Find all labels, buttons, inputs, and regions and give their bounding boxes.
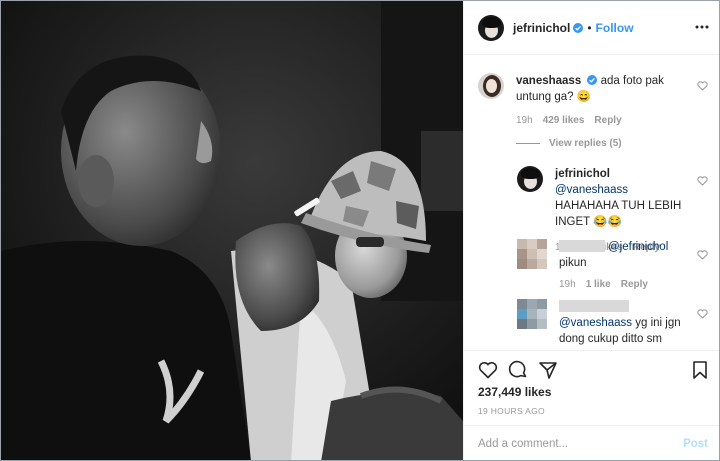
author-username[interactable]: jefrinichol (513, 21, 570, 35)
reply-like-icon[interactable] (697, 176, 708, 186)
heart-icon[interactable] (478, 360, 498, 380)
comment-likes[interactable]: 429 likes (543, 115, 585, 126)
comments-list[interactable]: vaneshaass ada foto pak untung ga? 😄 19h… (464, 56, 719, 349)
reply-body: HAHAHAHA TUH LEBIH INGET 😂😂 (555, 200, 682, 228)
instagram-post-window: jefrinichol • Follow vaneshaass ada foto… (0, 0, 720, 461)
reply-likes[interactable]: 1 like (586, 279, 611, 290)
reply-item: @vaneshaass yg ini jgn dong cukup ditto … (517, 299, 697, 347)
more-options-icon[interactable] (695, 20, 709, 34)
reply-like-icon[interactable] (697, 250, 708, 260)
reply-text: @vaneshaass yg ini jgn dong cukup ditto … (559, 299, 689, 347)
reply-button[interactable]: Reply (621, 279, 648, 290)
view-replies-button[interactable]: View replies (5) (516, 138, 622, 149)
blurred-username (559, 240, 605, 252)
post-header: jefrinichol • Follow (464, 1, 719, 55)
photo-image (1, 1, 463, 460)
reply-button[interactable]: Reply (594, 115, 621, 126)
author-avatar[interactable] (478, 14, 504, 41)
follow-button[interactable]: Follow (596, 21, 634, 35)
blurred-avatar[interactable] (517, 299, 547, 329)
reply-avatar[interactable] (517, 166, 543, 192)
verified-icon (587, 75, 598, 85)
reply-item: @jefrinichol pikun 19h 1 like Reply (517, 239, 697, 290)
comment-meta: 19h 429 likes Reply (516, 115, 710, 126)
post-timestamp: 19 HOURS AGO (478, 406, 545, 416)
replies-line (516, 143, 540, 144)
comment-icon[interactable] (508, 360, 528, 380)
comment-input[interactable] (478, 438, 668, 450)
bookmark-icon[interactable] (690, 360, 710, 380)
post-details-panel: jefrinichol • Follow vaneshaass ada foto… (463, 1, 719, 460)
comment-time: 19h (516, 115, 533, 126)
reply-text: @jefrinichol pikun (559, 239, 689, 271)
reply-body: pikun (559, 257, 587, 269)
reply-username[interactable]: jefrinichol (555, 168, 610, 180)
comment-item: vaneshaass ada foto pak untung ga? 😄 19h… (478, 73, 710, 126)
share-icon[interactable] (538, 360, 558, 380)
reply-mention[interactable]: @vaneshaass (559, 317, 632, 329)
likes-count[interactable]: 237,449 likes (478, 385, 551, 399)
reply-like-icon[interactable] (697, 309, 708, 319)
view-replies-label: View replies (5) (549, 138, 622, 149)
verified-icon (573, 22, 584, 33)
post-photo[interactable] (1, 1, 463, 460)
header-separator: • (587, 20, 592, 35)
reply-text: jefrinichol @vaneshaass HAHAHAHA TUH LEB… (555, 166, 685, 230)
post-comment-button[interactable]: Post (683, 438, 708, 450)
comment-username[interactable]: vaneshaass (516, 75, 581, 87)
reply-meta: 19h 1 like Reply (559, 279, 697, 290)
blurred-username (559, 300, 629, 312)
add-comment-bar: Post (464, 425, 719, 460)
comment-text: vaneshaass ada foto pak untung ga? 😄 (516, 73, 680, 105)
post-actions: 237,449 likes 19 HOURS AGO (464, 350, 719, 424)
reply-mention[interactable]: @jefrinichol (608, 241, 668, 253)
comment-like-icon[interactable] (697, 81, 708, 91)
reply-time: 19h (559, 279, 576, 290)
blurred-avatar[interactable] (517, 239, 547, 269)
reply-mention[interactable]: @vaneshaass (555, 184, 628, 196)
commenter-avatar[interactable] (478, 73, 504, 99)
